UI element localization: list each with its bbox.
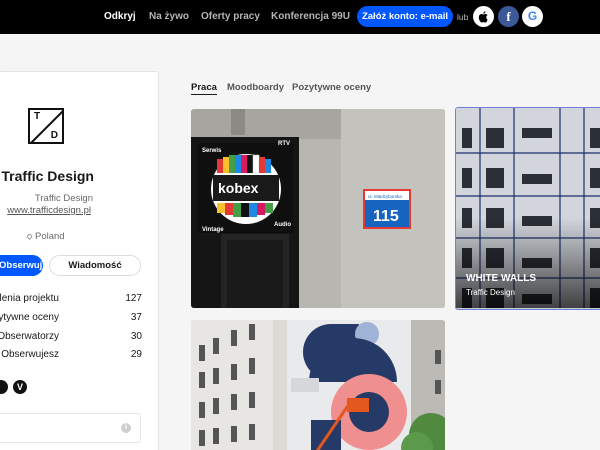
- google-icon[interactable]: G: [522, 6, 543, 27]
- signup-email-button[interactable]: Załóż konto: e-mail: [357, 6, 453, 27]
- profile-card: T D Traffic Design Traffic Design www.tr…: [0, 71, 159, 450]
- logo-letter-t: T: [34, 111, 41, 122]
- location-text: Poland: [35, 231, 65, 242]
- sign-text-audio: Audio: [274, 222, 291, 228]
- sign-text-serwis: Serwis: [202, 148, 222, 154]
- tab-appreciations[interactable]: Pozytywne oceny: [292, 82, 371, 93]
- behance-icon[interactable]: [0, 380, 8, 394]
- nav-link-jobs[interactable]: Oferty pracy: [201, 11, 260, 22]
- profile-location: Poland: [25, 231, 65, 242]
- logo-letter-d: D: [50, 130, 58, 141]
- stat-label: Wyświetlenia projektu: [0, 293, 59, 304]
- top-navigation-bar: Odkryj Na żywo Oferty pracy Konferencja …: [0, 0, 600, 34]
- stat-value: 29: [130, 349, 142, 360]
- stat-row-followers[interactable]: Obserwatorzy 30: [0, 331, 142, 345]
- profile-website-link[interactable]: www.trafficdesign.pl: [0, 205, 91, 216]
- stat-row-project-views: Wyświetlenia projektu 127: [0, 293, 142, 307]
- project-tile-white-walls[interactable]: WHITE WALLS Traffic Design: [455, 107, 600, 310]
- stat-value: 127: [125, 293, 142, 304]
- street-sign-number: 115: [373, 208, 399, 225]
- project-tile-kobex[interactable]: Serwis RTV kobex Vintage Audio ul. Międz…: [191, 109, 445, 308]
- nav-link-discover[interactable]: Odkryj: [104, 11, 136, 22]
- tab-moodboards[interactable]: Moodboardy: [227, 82, 284, 93]
- stat-row-following[interactable]: Obserwujesz 29: [0, 349, 142, 363]
- follow-button[interactable]: Obserwuj: [0, 255, 43, 276]
- stat-row-appreciations: Pozytywne oceny 37: [0, 312, 142, 326]
- message-button[interactable]: Wiadomość: [49, 255, 141, 276]
- profile-name: Traffic Design: [1, 168, 94, 184]
- profile-company: Traffic Design: [34, 193, 93, 204]
- project-cover-image: [191, 320, 445, 450]
- apple-logo-glyph: [478, 11, 488, 23]
- sign-text-kobex: kobex: [218, 180, 259, 196]
- sign-text-rtv: RTV: [278, 141, 290, 147]
- facebook-icon[interactable]: f: [498, 6, 519, 27]
- nav-link-99u-conference[interactable]: Konferencja 99U: [271, 11, 350, 22]
- project-cover-image: Serwis RTV kobex Vintage Audio ul. Międz…: [191, 109, 445, 308]
- apple-icon[interactable]: [473, 6, 494, 27]
- info-icon[interactable]: i: [121, 423, 131, 433]
- stat-label: Obserwatorzy: [0, 331, 59, 342]
- project-title: WHITE WALLS: [466, 273, 536, 284]
- project-owner[interactable]: Traffic Design: [466, 288, 515, 297]
- tab-work[interactable]: Praca: [191, 82, 217, 95]
- stat-value: 30: [130, 331, 142, 342]
- studio-logo: T D: [28, 108, 64, 144]
- stat-label: Obserwujesz: [1, 349, 59, 360]
- nav-link-live[interactable]: Na żywo: [149, 11, 189, 22]
- location-pin-icon: [25, 232, 34, 241]
- vimeo-icon[interactable]: V: [13, 380, 27, 394]
- street-sign-name: ul. Międzyborska: [368, 194, 402, 199]
- stat-value: 37: [130, 312, 142, 323]
- sign-text-vintage: Vintage: [202, 227, 224, 233]
- project-tile-mural[interactable]: [191, 320, 445, 450]
- info-panel: i: [0, 413, 141, 443]
- or-label: lub: [457, 12, 469, 22]
- stat-label: Pozytywne oceny: [0, 312, 59, 323]
